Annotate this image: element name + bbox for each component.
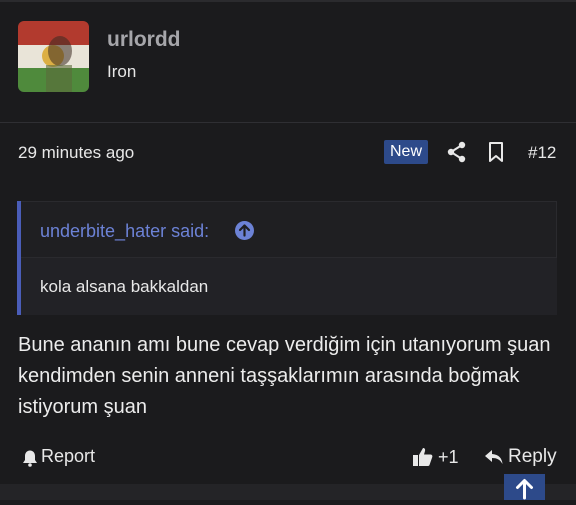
post-message: Bune ananın amı bune cevap verdiğim için… — [18, 334, 551, 418]
post-meta-bar: 29 minutes ago New #12 — [0, 123, 576, 181]
report-label: Report — [41, 446, 96, 466]
share-icon[interactable] — [446, 141, 468, 163]
post-number-link[interactable]: #12 — [528, 143, 556, 163]
user-title: Iron — [107, 62, 137, 81]
post-timestamp[interactable]: 29 minutes ago — [18, 143, 134, 163]
arrow-up-circle-icon[interactable] — [235, 221, 254, 240]
quote-block: underbite_hater said: kola alsana bakkal… — [17, 201, 557, 315]
scroll-to-top-button[interactable] — [504, 474, 545, 500]
bell-icon — [23, 450, 37, 467]
bottom-divider — [0, 484, 576, 500]
thumbs-up-icon — [413, 448, 433, 466]
bookmark-icon[interactable] — [486, 141, 506, 163]
arrow-up-icon — [516, 479, 533, 500]
quote-author-link[interactable]: underbite_hater said: — [40, 221, 209, 242]
quote-text: kola alsana bakkaldan — [40, 277, 209, 296]
avatar[interactable] — [18, 21, 89, 92]
post-actions-bar: Report +1 Reply — [0, 440, 576, 480]
reply-arrow-icon — [485, 450, 503, 464]
post-author-block: urlordd Iron — [0, 2, 576, 123]
username-link[interactable]: urlordd — [107, 28, 181, 52]
new-badge: New — [384, 140, 429, 164]
quote-header: underbite_hater said: — [21, 201, 557, 258]
reply-label: Reply — [508, 446, 557, 467]
like-count: +1 — [438, 447, 459, 467]
